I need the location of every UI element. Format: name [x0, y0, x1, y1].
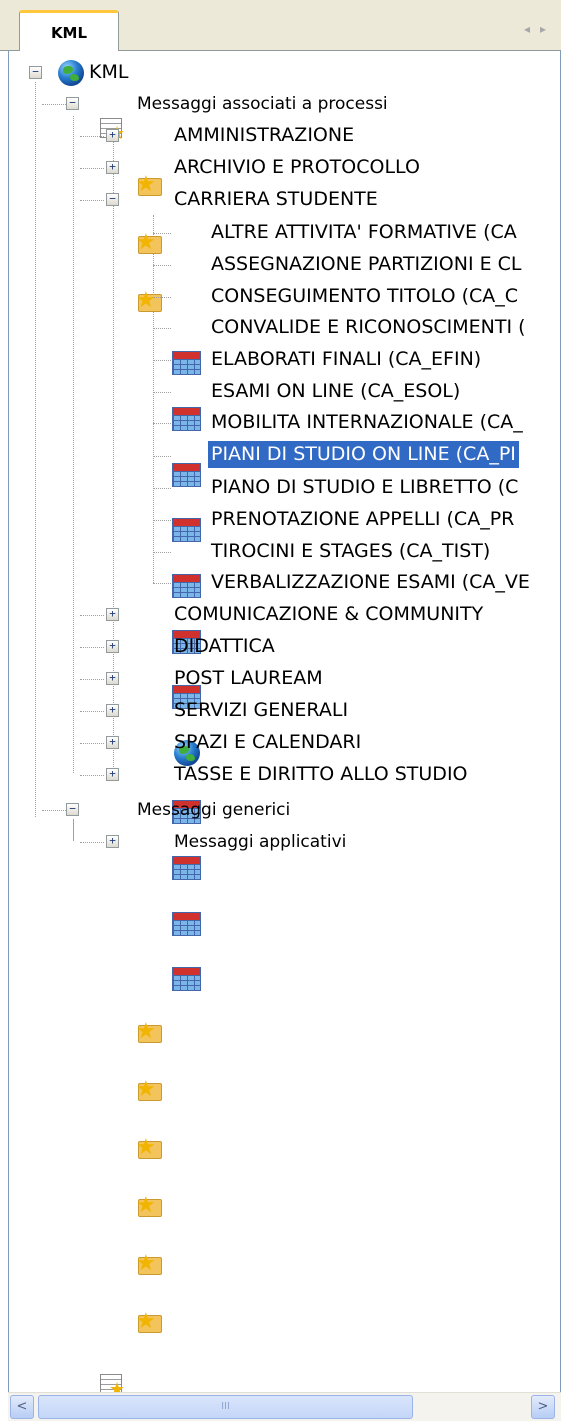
- tree-item-process[interactable]: ELABORATI FINALI (CA_EFIN): [208, 346, 484, 373]
- table-icon: [172, 967, 201, 991]
- tree-item-process[interactable]: PIANO DI STUDIO E LIBRETTO (C: [208, 474, 521, 501]
- tree-item-folder[interactable]: AMMINISTRAZIONE: [171, 122, 357, 149]
- tree-item-folder[interactable]: TASSE E DIRITTO ALLO STUDIO: [171, 761, 471, 788]
- expand-folder-icon[interactable]: +: [106, 672, 119, 685]
- folder-icon: ★: [136, 1253, 166, 1279]
- horizontal-scrollbar[interactable]: < III >: [8, 1392, 561, 1421]
- tree-item-group2[interactable]: Messaggi generici: [134, 797, 293, 824]
- tree-item-kml[interactable]: KML: [86, 59, 131, 86]
- table-icon: [172, 351, 201, 375]
- folder-icon: ★: [136, 1195, 166, 1221]
- expand-folder-icon[interactable]: +: [106, 835, 119, 848]
- expand-folder-icon[interactable]: +: [106, 161, 119, 174]
- collapse-root-icon[interactable]: −: [29, 66, 42, 79]
- table-icon: [172, 463, 201, 487]
- tree-item-process[interactable]: VERBALIZZAZIONE ESAMI (CA_VE: [208, 569, 533, 596]
- expand-folder-icon[interactable]: +: [106, 129, 119, 142]
- folder-icon: ★: [136, 1079, 166, 1105]
- tree-item-folder[interactable]: POST LAUREAM: [171, 665, 326, 692]
- expand-folder-icon[interactable]: +: [106, 768, 119, 781]
- collapse-folder-icon[interactable]: −: [106, 193, 119, 206]
- tree-item-process[interactable]: PRENOTAZIONE APPELLI (CA_PR: [208, 506, 517, 533]
- folder-icon: ★: [136, 1137, 166, 1163]
- tree-item-process[interactable]: ASSEGNAZIONE PARTIZIONI E CL: [208, 251, 525, 278]
- tree-item-process[interactable]: CONSEGUIMENTO TITOLO (CA_C: [208, 283, 521, 310]
- tree-item-process[interactable]: CONVALIDE E RICONOSCIMENTI (: [208, 314, 529, 341]
- tree-item-folder[interactable]: Messaggi applicativi: [171, 829, 349, 856]
- table-icon: [172, 912, 201, 936]
- table-icon: [172, 574, 201, 598]
- tree-item-process[interactable]: ALTRE ATTIVITA' FORMATIVE (CA: [208, 219, 520, 246]
- tree-item-group1[interactable]: Messaggi associati a processi: [134, 91, 391, 118]
- globe-icon: [58, 60, 84, 86]
- expand-folder-icon[interactable]: +: [106, 704, 119, 717]
- tree-item-process[interactable]: ESAMI ON LINE (CA_ESOL): [208, 378, 463, 405]
- folder-icon: ★: [136, 290, 166, 316]
- folder-icon: ★: [136, 1021, 166, 1047]
- tree-item-process[interactable]: TIROCINI E STAGES (CA_TIST): [208, 538, 493, 565]
- folder-icon: ★: [136, 1311, 166, 1337]
- expand-folder-icon[interactable]: +: [106, 736, 119, 749]
- table-icon: [172, 856, 201, 880]
- collapse-group2-icon[interactable]: −: [66, 803, 79, 816]
- scroll-thumb[interactable]: III: [38, 1395, 413, 1419]
- table-icon: [172, 407, 201, 431]
- tree-item-process[interactable]: MOBILITA INTERNAZIONALE (CA_: [208, 409, 526, 436]
- table-icon: [172, 518, 201, 542]
- tree-item-folder[interactable]: SERVIZI GENERALI: [171, 697, 351, 724]
- tree-item-folder[interactable]: ARCHIVIO E PROTOCOLLO: [171, 154, 423, 181]
- tree-item-folder-carriera[interactable]: CARRIERA STUDENTE: [171, 186, 381, 213]
- expand-folder-icon[interactable]: +: [106, 640, 119, 653]
- tree-item-folder[interactable]: DIDATTICA: [171, 633, 278, 660]
- collapse-group1-icon[interactable]: −: [66, 97, 79, 110]
- folder-icon: ★: [136, 174, 166, 200]
- tree-item-folder[interactable]: COMUNICAZIONE & COMMUNITY: [171, 601, 486, 628]
- scroll-left-button[interactable]: <: [10, 1395, 34, 1419]
- expand-folder-icon[interactable]: +: [106, 608, 119, 621]
- tree-item-folder[interactable]: SPAZI E CALENDARI: [171, 729, 364, 756]
- scroll-right-button[interactable]: >: [531, 1395, 555, 1419]
- tree-item-process-selected[interactable]: PIANI DI STUDIO ON LINE (CA_PI: [208, 441, 519, 468]
- folder-icon: ★: [136, 232, 166, 258]
